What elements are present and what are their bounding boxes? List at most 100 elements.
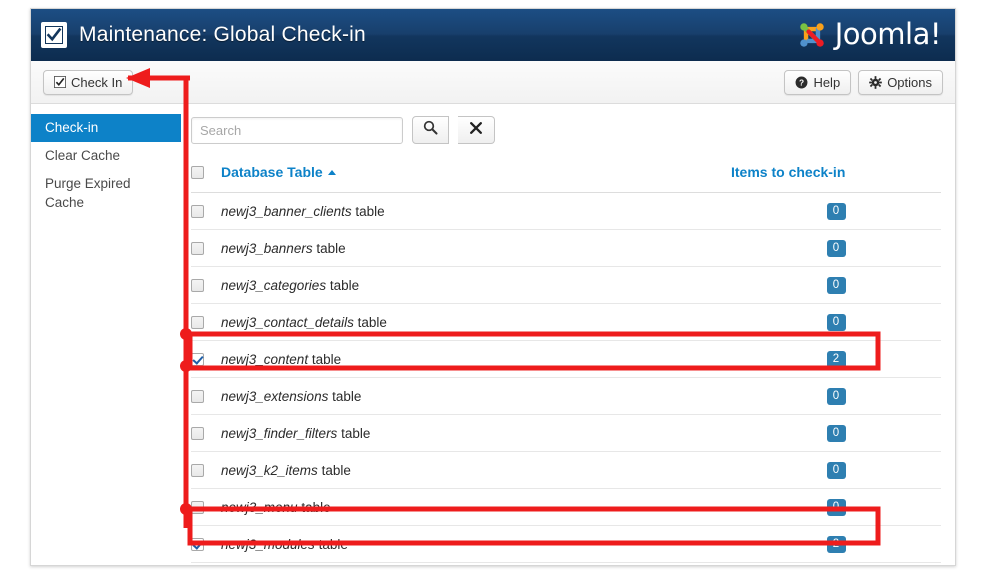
database-table-name-cell: newj3_k2_items table	[221, 451, 731, 489]
sidebar-item-clear-cache[interactable]: Clear Cache	[31, 142, 181, 170]
table-row: newj3_modules table 2	[191, 525, 941, 563]
database-table-name-cell: newj3_finder_filters table	[221, 414, 731, 452]
items-count-badge: 0	[826, 240, 846, 257]
search-icon	[423, 120, 438, 140]
row-select-cell	[191, 525, 221, 563]
database-table-name: newj3_menu	[221, 499, 298, 515]
sidebar: Check-in Clear Cache Purge Expired Cache	[31, 104, 181, 565]
table-header-row: Database Table Items to check-in	[191, 158, 941, 193]
checkbox-checked-icon	[54, 76, 66, 88]
items-count-cell: 0	[731, 192, 941, 230]
options-button[interactable]: Options	[858, 69, 943, 95]
content-area: Check-in Clear Cache Purge Expired Cache	[31, 104, 955, 565]
database-table-name-cell: newj3_modules table	[221, 525, 731, 563]
items-count-cell: 0	[731, 266, 941, 304]
row-select-cell	[191, 377, 221, 415]
row-checkbox[interactable]	[191, 353, 204, 367]
row-select-cell	[191, 451, 221, 489]
table-row: newj3_categories table 0	[191, 266, 941, 304]
database-table-name-cell: newj3_content table	[221, 340, 731, 378]
items-count-cell: 0	[731, 229, 941, 267]
row-select-cell	[191, 340, 221, 378]
row-select-cell	[191, 192, 221, 230]
database-table-suffix: table	[317, 462, 351, 478]
sidebar-item-label: Purge Expired Cache	[45, 176, 131, 210]
items-count-cell: 0	[731, 303, 941, 341]
items-count-cell: 2	[731, 525, 941, 563]
database-table-name: newj3_k2_items	[221, 462, 318, 478]
database-table-suffix: table	[353, 314, 387, 330]
database-table-name-cell: newj3_banners table	[221, 229, 731, 267]
database-table-suffix: table	[328, 388, 362, 404]
row-checkbox[interactable]	[191, 538, 204, 552]
svg-text:?: ?	[799, 77, 804, 87]
row-select-cell	[191, 303, 221, 341]
database-table-name-cell: newj3_banner_clients table	[221, 192, 731, 230]
search-button[interactable]	[412, 116, 449, 144]
items-count-cell: 0	[731, 451, 941, 489]
table-row: newj3_k2_items table 0	[191, 451, 941, 489]
table-row: newj3_banner_clients table 0	[191, 192, 941, 230]
items-count-badge: 0	[826, 499, 846, 516]
sidebar-item-check-in[interactable]: Check-in	[31, 114, 181, 142]
application-window: Maintenance: Global Check-in Joomla! Che…	[30, 8, 956, 566]
items-count-badge: 0	[826, 425, 846, 442]
sort-by-database-table[interactable]: Database Table	[221, 164, 336, 180]
row-checkbox[interactable]	[191, 427, 204, 441]
database-table-name: newj3_banners	[221, 240, 313, 256]
toolbar: Check In ? Help Options	[31, 61, 955, 104]
sidebar-item-label: Check-in	[45, 120, 99, 135]
row-checkbox[interactable]	[191, 501, 204, 515]
database-table-suffix: table	[297, 499, 331, 515]
select-all-checkbox[interactable]	[191, 166, 204, 180]
database-table-header: Database Table	[221, 158, 731, 193]
items-to-checkin-header: Items to check-in	[731, 158, 941, 193]
database-table-suffix: table	[351, 203, 385, 219]
row-checkbox[interactable]	[191, 316, 204, 330]
row-checkbox[interactable]	[191, 464, 204, 478]
table-row: newj3_menu table 0	[191, 488, 941, 526]
select-all-header	[191, 158, 221, 193]
items-count-badge: 2	[826, 536, 846, 553]
clear-search-button[interactable]	[458, 116, 495, 144]
database-table-name: newj3_banner_clients	[221, 203, 352, 219]
database-table-name: newj3_content	[221, 351, 309, 367]
search-input[interactable]	[191, 116, 403, 144]
items-count-badge: 0	[826, 277, 846, 294]
sidebar-item-purge-expired-cache[interactable]: Purge Expired Cache	[31, 170, 181, 217]
sort-by-items-to-checkin[interactable]: Items to check-in	[731, 164, 845, 180]
row-checkbox[interactable]	[191, 205, 204, 219]
table-row: newj3_banners table 0	[191, 229, 941, 267]
items-count-cell: 2	[731, 340, 941, 378]
database-table-suffix: table	[312, 240, 346, 256]
sort-ascending-icon	[327, 170, 336, 175]
check-in-button[interactable]: Check In	[43, 69, 134, 95]
database-table-suffix: table	[308, 351, 342, 367]
row-checkbox[interactable]	[191, 242, 204, 256]
joomla-logo: Joomla!	[795, 16, 942, 52]
gear-icon	[869, 75, 883, 89]
table-row: newj3_extensions table 0	[191, 377, 941, 415]
row-checkbox[interactable]	[191, 279, 204, 293]
items-count-badge: 0	[826, 462, 846, 479]
row-select-cell	[191, 488, 221, 526]
database-table-name: newj3_modules	[221, 536, 315, 552]
page-title: Maintenance: Global Check-in	[79, 23, 366, 46]
database-table-header-label: Database Table	[221, 164, 323, 180]
help-button[interactable]: ? Help	[784, 69, 852, 95]
database-table-name: newj3_categories	[221, 277, 327, 293]
row-checkbox[interactable]	[191, 390, 204, 404]
database-table-name: newj3_extensions	[221, 388, 329, 404]
items-count-badge: 0	[826, 314, 846, 331]
check-in-table: Database Table Items to check-in newj3_b…	[191, 158, 941, 563]
items-count-cell: 0	[731, 488, 941, 526]
joomla-logo-text: Joomla!	[834, 16, 942, 51]
items-count-cell: 0	[731, 414, 941, 452]
items-count-cell: 0	[731, 377, 941, 415]
page-header: Maintenance: Global Check-in Joomla!	[31, 9, 955, 61]
help-button-label: Help	[813, 74, 841, 90]
table-row: newj3_finder_filters table 0	[191, 414, 941, 452]
database-table-suffix: table	[337, 425, 371, 441]
database-table-name: newj3_contact_details	[221, 314, 354, 330]
items-count-badge: 0	[826, 388, 846, 405]
